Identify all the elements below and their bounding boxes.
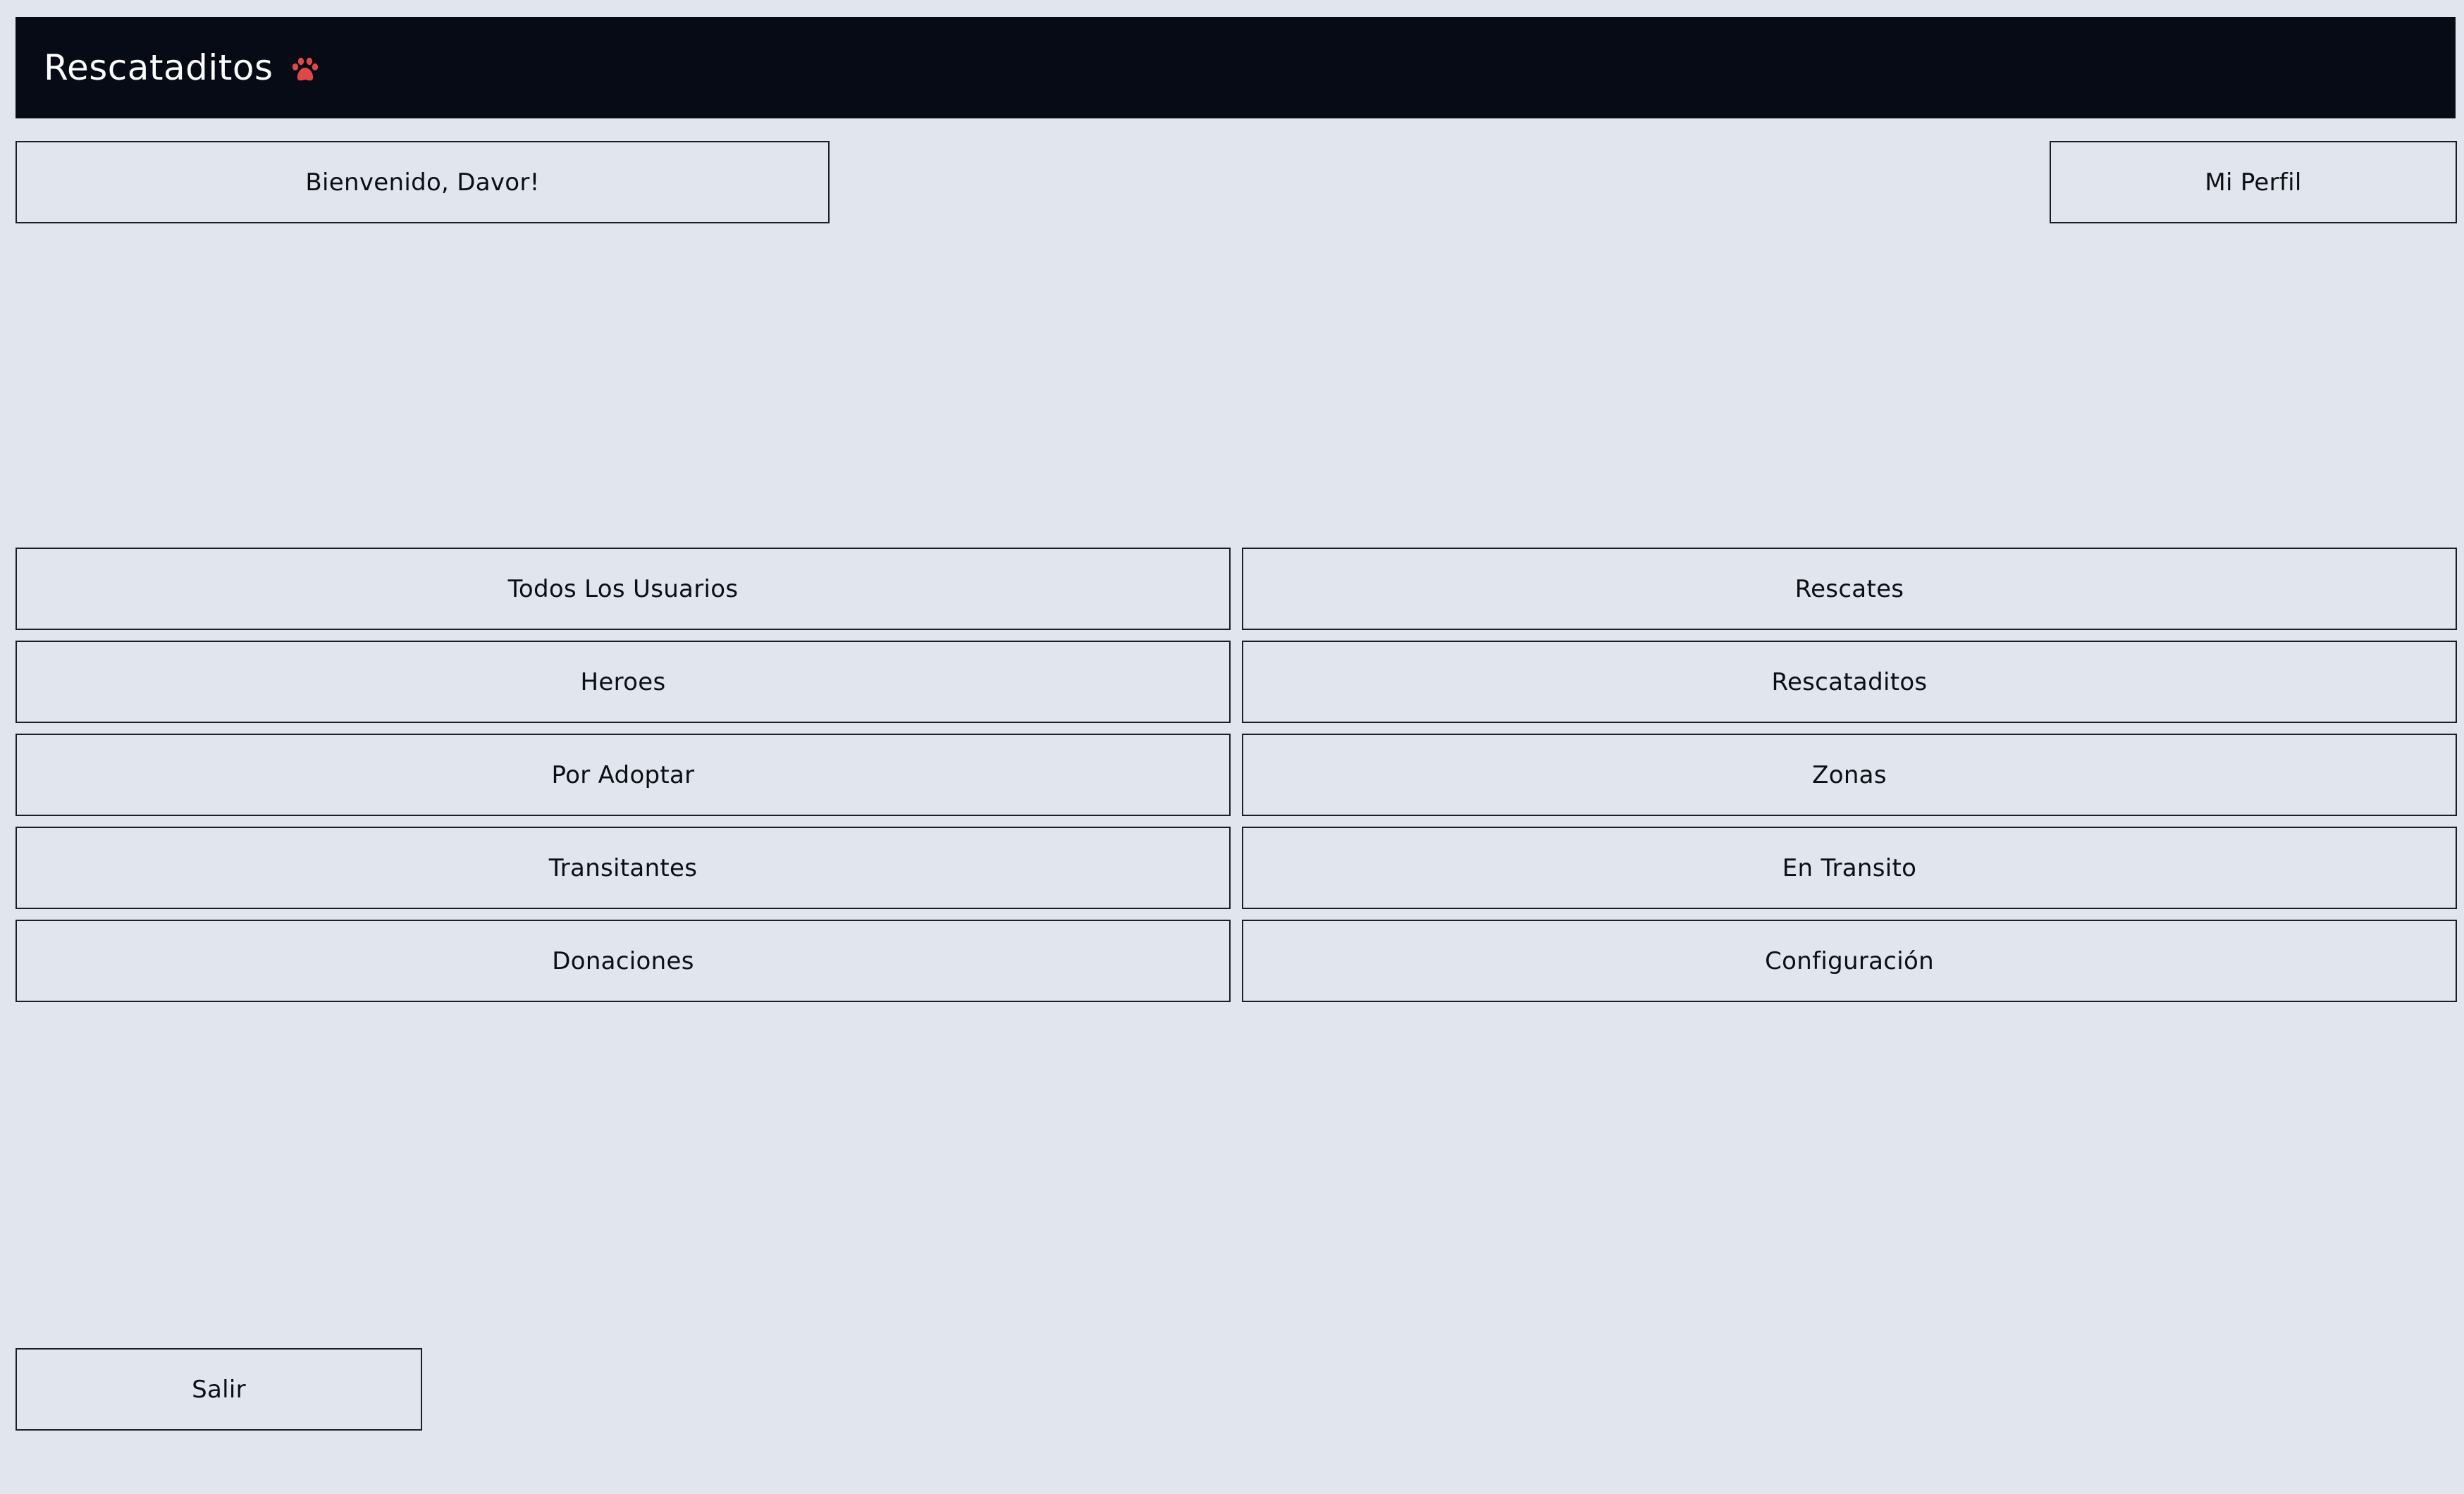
paw-icon [292, 57, 319, 82]
my-profile-button[interactable]: Mi Perfil [2050, 141, 2457, 223]
menu-button-por-adoptar[interactable]: Por Adoptar [16, 734, 1231, 816]
menu-button-donaciones[interactable]: Donaciones [16, 920, 1231, 1002]
menu-button-configuracion[interactable]: Configuración [1242, 920, 2457, 1002]
logout-button[interactable]: Salir [16, 1348, 422, 1431]
menu-button-transitantes[interactable]: Transitantes [16, 827, 1231, 909]
menu-button-zonas[interactable]: Zonas [1242, 734, 2457, 816]
menu-button-rescates[interactable]: Rescates [1242, 548, 2457, 630]
menu-button-todos-los-usuarios[interactable]: Todos Los Usuarios [16, 548, 1231, 630]
menu-button-heroes[interactable]: Heroes [16, 641, 1231, 723]
app-header: Rescataditos [16, 17, 2456, 118]
menu-button-rescataditos[interactable]: Rescataditos [1242, 641, 2457, 723]
app-title: Rescataditos [44, 47, 273, 88]
main-menu-grid: Todos Los Usuarios Rescates Heroes Resca… [16, 548, 2457, 1002]
menu-button-en-transito[interactable]: En Transito [1242, 827, 2457, 909]
welcome-message: Bienvenido, Davor! [16, 141, 830, 223]
